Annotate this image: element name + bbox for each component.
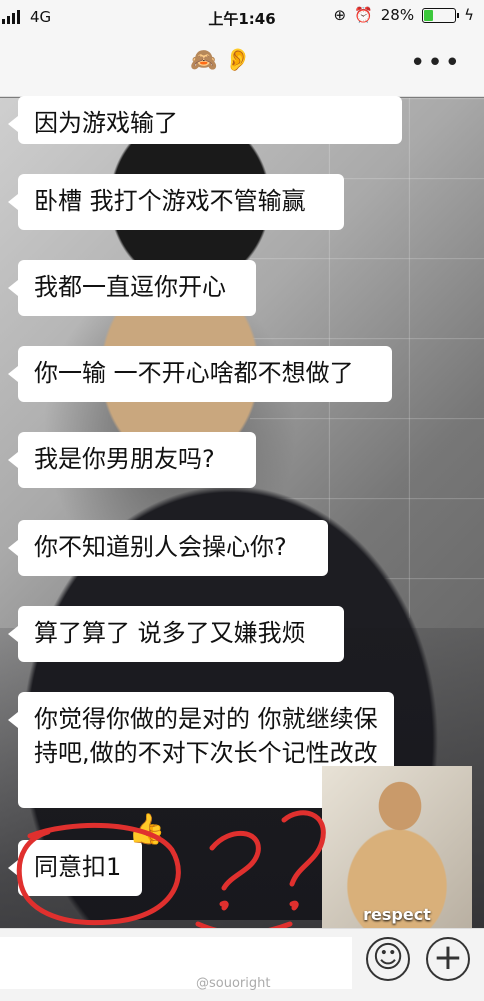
contact-name-emoji-icon[interactable]: 🙈 👂 (190, 48, 252, 73)
lock-rotation-icon: ⊕ (333, 6, 347, 24)
more-options-button[interactable]: ••• (410, 48, 462, 78)
chat-header: 🙈 👂 ••• (0, 34, 484, 97)
message-bubble[interactable]: 我是你男朋友吗? (8, 432, 256, 488)
message-bubble[interactable]: 我都一直逗你开心 (8, 260, 256, 316)
battery-icon (422, 7, 460, 23)
status-bar: 4G 上午1:46 ⊕ ⏰ 28% ϟ (0, 0, 484, 34)
charging-icon: ϟ (464, 6, 474, 24)
emoji-button-icon[interactable]: ☺ (366, 937, 410, 981)
watermark: @souoright (196, 976, 271, 991)
battery-percent: 28% (380, 6, 415, 24)
message-bubble[interactable]: 你一输 一不开心啥都不想做了 (8, 346, 392, 402)
message-bubble[interactable]: 因为游戏输了 (8, 96, 402, 144)
inset-meme-photo: respect (322, 766, 472, 928)
thumbs-up-emoji: 👍 (128, 812, 166, 847)
message-bubble[interactable]: 卧槽 我打个游戏不管输赢 (8, 174, 344, 230)
add-attachment-button-icon[interactable]: + (426, 937, 470, 981)
message-input-field[interactable] (0, 937, 352, 989)
message-bubble[interactable]: 你不知道别人会操心你? (8, 520, 328, 576)
inset-caption: respect (363, 905, 431, 924)
message-bubble[interactable]: 算了算了 说多了又嫌我烦 (8, 606, 344, 662)
alarm-icon: ⏰ (354, 6, 373, 24)
message-bubble[interactable]: 同意扣1 (8, 840, 142, 896)
